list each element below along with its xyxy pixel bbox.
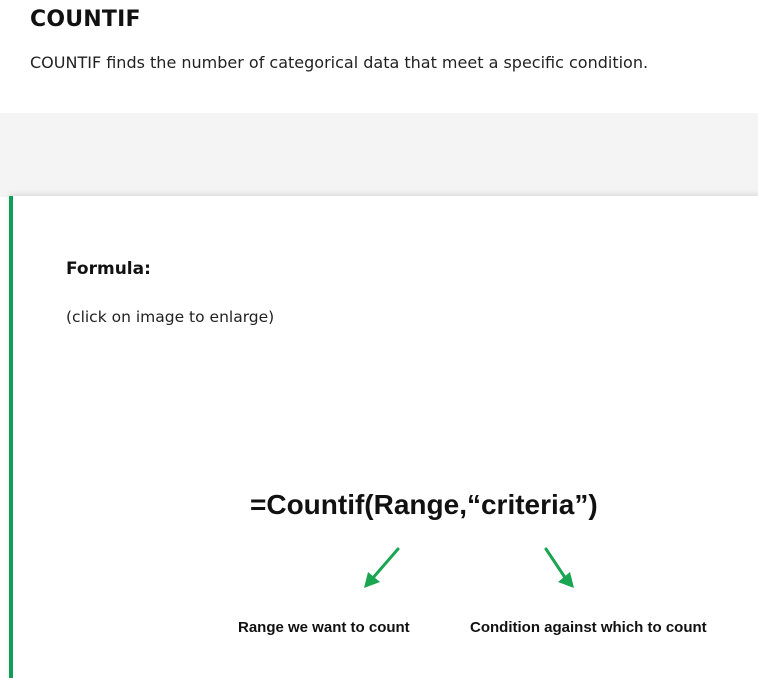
arrow-down-right-icon xyxy=(544,547,574,588)
formula-image[interactable]: =Countif(Range,“criteria”) Range we want… xyxy=(213,481,753,661)
arrow-down-left-icon xyxy=(364,547,400,588)
section-title: COUNTIF xyxy=(30,7,141,32)
page: COUNTIF COUNTIF finds the number of cate… xyxy=(0,0,758,678)
formula-card: Formula: (click on image to enlarge) =Co… xyxy=(9,196,758,678)
gray-band-divider xyxy=(0,113,758,197)
formula-text: =Countif(Range,“criteria”) xyxy=(250,489,598,520)
range-label: Range we want to count xyxy=(238,619,410,636)
section-intro: COUNTIF finds the number of categorical … xyxy=(30,53,649,72)
condition-label: Condition against which to count xyxy=(470,619,707,636)
formula-heading: Formula: xyxy=(66,259,151,279)
enlarge-note: (click on image to enlarge) xyxy=(66,308,275,326)
